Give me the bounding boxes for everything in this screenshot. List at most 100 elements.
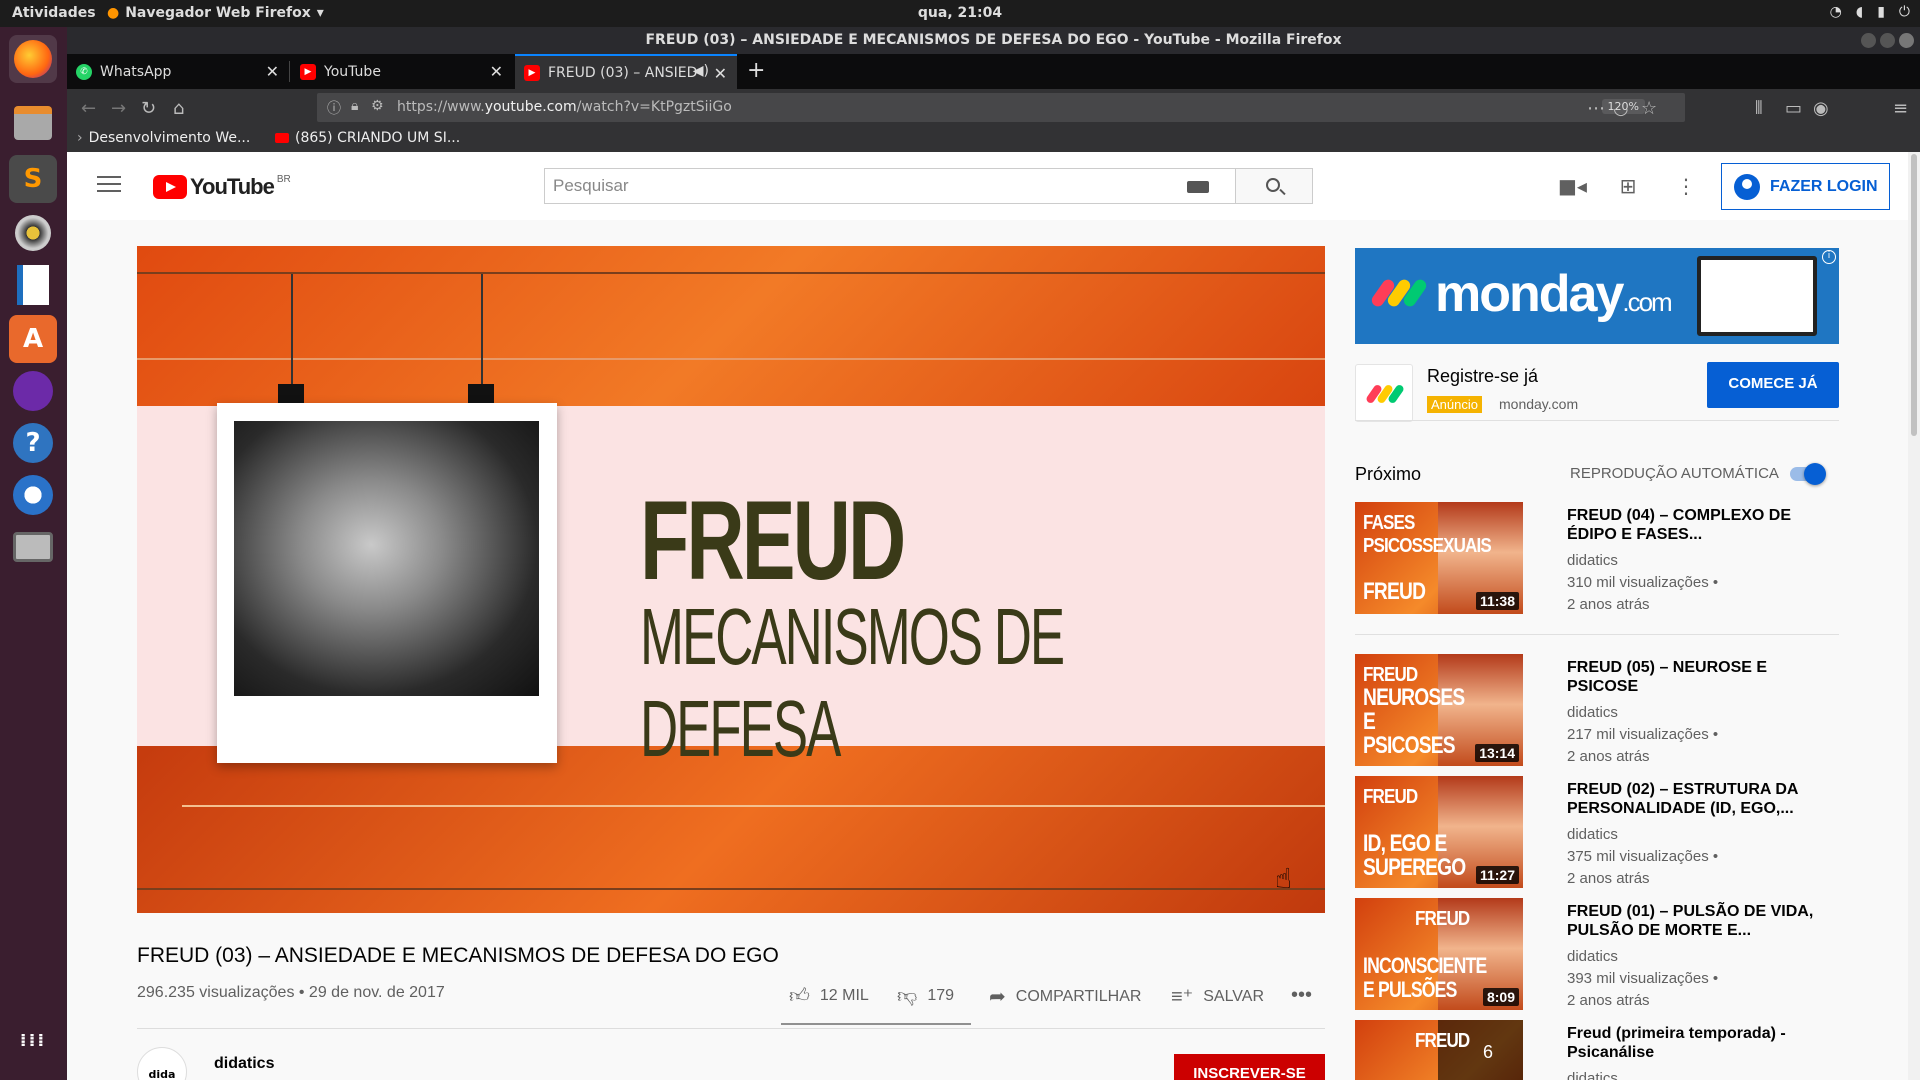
- recommendation-title[interactable]: FREUD (02) – ESTRUTURA DA PERSONALIDADE …: [1567, 780, 1837, 818]
- like-button[interactable]: 👍︎ 12 MIL: [789, 984, 869, 1008]
- info-icon[interactable]: ⓘ: [327, 98, 341, 118]
- show-applications-icon[interactable]: ⁞⁞⁞: [9, 1017, 57, 1065]
- podcast-icon[interactable]: [9, 367, 57, 415]
- ad-info-icon[interactable]: i: [1822, 250, 1836, 264]
- navigation-bar: ← → ↻ ⌂ ⓘ 🔒︎ ⚙ https://www.youtube.com/w…: [67, 89, 1920, 127]
- bookmark-star-icon[interactable]: ☆: [1641, 98, 1657, 119]
- advertiser-logo-icon[interactable]: [1355, 364, 1413, 422]
- share-icon: ➦: [989, 986, 1006, 1008]
- channel-avatar[interactable]: dida: [137, 1047, 187, 1080]
- recommendation-item[interactable]: FASES PSICOSSEXUAIS FREUD 11:38 FREUD (0…: [1355, 502, 1839, 614]
- system-tray[interactable]: ◔ ◖ ▮ ⏻: [1830, 4, 1910, 20]
- files-icon[interactable]: [9, 99, 57, 147]
- home-icon[interactable]: ⌂: [173, 98, 184, 119]
- clock[interactable]: qua, 21:04: [0, 5, 1920, 21]
- video-thumbnail[interactable]: FREUD INCONSCIENTE E PULSÕES 8:09: [1355, 898, 1523, 1010]
- video-thumbnail[interactable]: FREUD ID, EGO E SUPEREGO 11:27: [1355, 776, 1523, 888]
- recommendation-title[interactable]: FREUD (01) – PULSÃO DE VIDA, PULSÃO DE M…: [1567, 902, 1837, 940]
- thunderbird-icon[interactable]: [9, 471, 57, 519]
- forward-icon[interactable]: →: [111, 98, 126, 119]
- recommendation-title[interactable]: FREUD (05) – NEUROSE E PSICOSE: [1567, 658, 1837, 696]
- login-button[interactable]: FAZER LOGIN: [1721, 163, 1890, 210]
- create-video-icon[interactable]: ■◂: [1558, 174, 1587, 198]
- minimize-icon[interactable]: [1861, 33, 1876, 48]
- dislike-button[interactable]: 👎︎ 179: [897, 984, 954, 1008]
- thumbnail-subtitle: MECANISMOS DE DEFESA: [640, 592, 1065, 773]
- close-tab-icon[interactable]: ✕: [714, 64, 727, 83]
- keyboard-icon[interactable]: [1187, 181, 1209, 193]
- sublime-text-icon[interactable]: S: [9, 155, 57, 203]
- permissions-icon[interactable]: ⚙: [371, 98, 384, 114]
- back-icon[interactable]: ←: [81, 98, 96, 119]
- tab-whatsapp[interactable]: ✆ WhatsApp ✕: [67, 54, 289, 89]
- close-tab-icon[interactable]: ✕: [266, 62, 279, 81]
- channel-name[interactable]: didatics: [214, 1055, 274, 1073]
- recommendation-item[interactable]: FREUD ID, EGO E SUPEREGO 11:27 FREUD (02…: [1355, 776, 1839, 888]
- guide-menu-icon[interactable]: [97, 176, 121, 194]
- more-actions-button[interactable]: •••: [1291, 984, 1312, 1007]
- maximize-icon[interactable]: [1880, 33, 1895, 48]
- recommendation-views: 375 mil visualizações •: [1567, 848, 1719, 865]
- recommendation-item[interactable]: FREUD 6 Freud (primeira temporada) - Psi…: [1355, 1020, 1839, 1080]
- search-input[interactable]: [545, 169, 1165, 203]
- subscribe-button[interactable]: INSCREVER-SE: [1174, 1054, 1325, 1080]
- save-button[interactable]: ≡⁺ SALVAR: [1171, 984, 1264, 1009]
- lock-icon[interactable]: 🔒︎: [351, 98, 358, 114]
- screenshot-icon[interactable]: [9, 523, 57, 571]
- help-icon[interactable]: ?: [9, 419, 57, 467]
- recommendation-age: 2 anos atrás: [1567, 870, 1650, 887]
- ad-banner[interactable]: monday.com i: [1355, 248, 1839, 344]
- bookmark-item[interactable]: (865) CRIANDO UM SI...: [275, 130, 460, 146]
- firefox-launcher-icon[interactable]: [9, 35, 57, 83]
- thumbs-down-icon: 👎︎: [897, 985, 918, 1007]
- search-box: [544, 168, 1236, 204]
- autoplay-toggle[interactable]: [1786, 463, 1826, 485]
- close-tab-icon[interactable]: ✕: [490, 62, 503, 81]
- video-thumbnail[interactable]: FREUD NEUROSES E PSICOSES 13:14: [1355, 654, 1523, 766]
- video-meta: 296.235 visualizações • 29 de nov. de 20…: [137, 984, 445, 1001]
- software-center-icon[interactable]: A: [9, 315, 57, 363]
- sidebar-icon[interactable]: ▭: [1785, 98, 1802, 119]
- search-button[interactable]: [1236, 168, 1313, 204]
- bookmark-item[interactable]: › Desenvolvimento We...: [77, 130, 250, 146]
- apps-grid-icon[interactable]: ⊞: [1616, 174, 1640, 198]
- page-actions-icon[interactable]: ⋯: [1587, 98, 1605, 119]
- playlist-thumbnail[interactable]: FREUD 6: [1355, 1020, 1523, 1080]
- recommendation-title[interactable]: Freud (primeira temporada) - Psicanálise: [1567, 1024, 1837, 1062]
- new-tab-button[interactable]: +: [747, 58, 765, 83]
- user-avatar-icon: [1734, 173, 1760, 200]
- whatsapp-icon: ✆: [76, 63, 92, 80]
- share-button[interactable]: ➦ COMPARTILHAR: [989, 984, 1141, 1009]
- video-player[interactable]: FREUD MECANISMOS DE DEFESA ☝: [137, 246, 1325, 913]
- recommendation-item[interactable]: FREUD NEUROSES E PSICOSES 13:14 FREUD (0…: [1355, 654, 1839, 766]
- library-icon[interactable]: ⫴: [1755, 98, 1763, 119]
- settings-more-icon[interactable]: ⋮: [1674, 174, 1698, 198]
- window-controls[interactable]: [1861, 33, 1914, 48]
- page-scrollbar[interactable]: [1908, 152, 1920, 1080]
- tab-freud-video[interactable]: ▶ FREUD (03) – ANSIED ◀) ✕: [515, 54, 737, 89]
- writer-icon[interactable]: [9, 261, 57, 309]
- ad-cta-button[interactable]: COMECE JÁ: [1707, 362, 1839, 408]
- ad-title[interactable]: Registre-se já: [1427, 366, 1538, 387]
- pocket-icon[interactable]: ◡: [1613, 98, 1629, 119]
- recommendation-channel: didatics: [1567, 704, 1618, 721]
- account-icon[interactable]: ◉: [1813, 98, 1829, 119]
- video-duration: 11:27: [1475, 866, 1519, 884]
- speaker-icon[interactable]: ◀): [693, 63, 709, 79]
- youtube-play-icon: [153, 175, 187, 199]
- close-window-icon[interactable]: [1899, 33, 1914, 48]
- youtube-logo[interactable]: YouTube BR: [153, 174, 291, 200]
- bookmark-label: Desenvolvimento We...: [88, 130, 251, 146]
- url-bar[interactable]: ⓘ 🔒︎ ⚙ https://www.youtube.com/watch?v=K…: [317, 93, 1685, 122]
- tab-youtube[interactable]: ▶ YouTube ✕: [291, 54, 513, 89]
- recommendation-views: 310 mil visualizações •: [1567, 574, 1719, 591]
- reload-icon[interactable]: ↻: [141, 98, 156, 119]
- recommendation-item[interactable]: FREUD INCONSCIENTE E PULSÕES 8:09 FREUD …: [1355, 898, 1839, 1010]
- rhythmbox-icon[interactable]: [9, 209, 57, 257]
- thumbnail-text: ID, EGO E SUPEREGO: [1363, 830, 1466, 881]
- tab-label: WhatsApp: [100, 63, 172, 80]
- video-thumbnail[interactable]: FASES PSICOSSEXUAIS FREUD 11:38: [1355, 502, 1523, 614]
- youtube-icon: [275, 133, 289, 143]
- hamburger-menu-icon[interactable]: ≡: [1893, 98, 1908, 119]
- recommendation-title[interactable]: FREUD (04) – COMPLEXO DE ÉDIPO E FASES..…: [1567, 506, 1837, 544]
